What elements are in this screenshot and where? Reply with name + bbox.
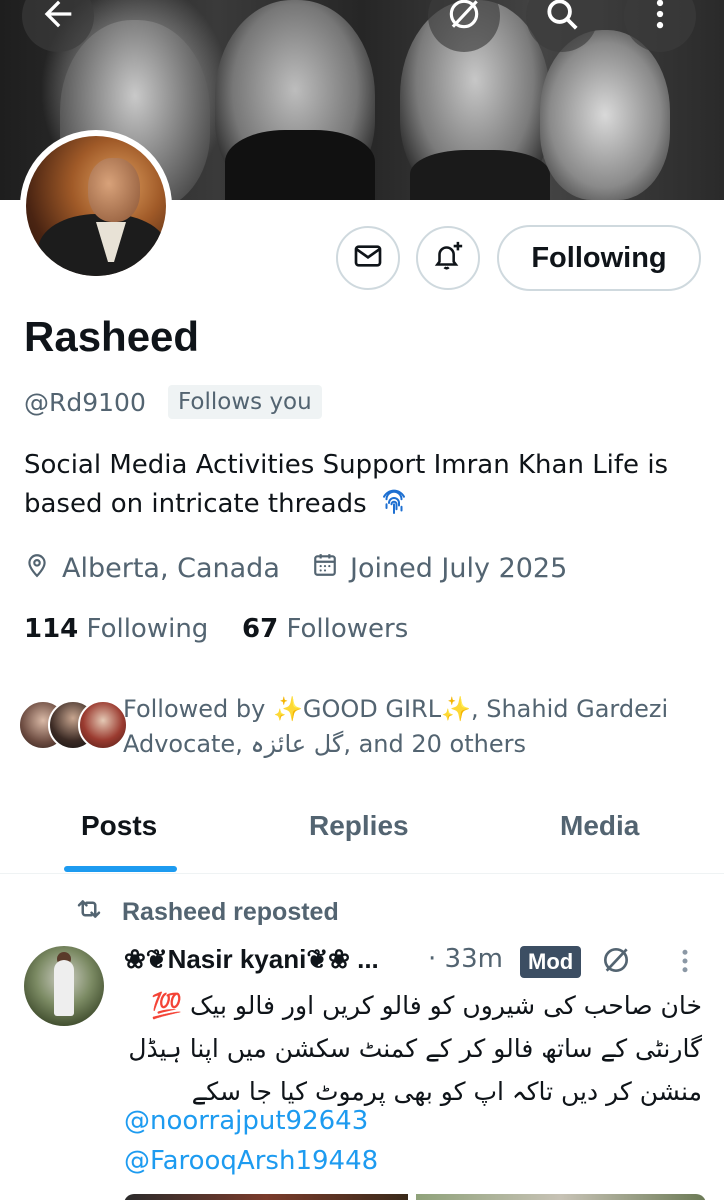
profile-name: Rasheed [24,313,200,360]
followers-count-link[interactable]: 67 Followers [242,614,408,644]
repost-label: Rasheed reposted [122,898,339,926]
message-button[interactable] [336,226,400,290]
joined-text: Joined July 2025 [350,553,568,584]
bio-text: Social Media Activities Support Imran Kh… [24,450,669,519]
location-icon [24,552,62,585]
followers-count: 67 [242,614,279,644]
tab-replies[interactable]: Replies [309,810,409,842]
grok-icon [445,0,483,37]
repost-indicator[interactable]: Rasheed reposted [74,894,339,931]
mod-badge: Mod [520,946,582,978]
notifications-button[interactable] [416,226,480,290]
tab-media[interactable]: Media [560,810,639,842]
post-mention[interactable]: @noorrajput92643 [124,1106,368,1136]
more-vertical-icon [674,949,696,980]
location-text: Alberta, Canada [62,553,280,584]
post-author-avatar[interactable] [24,946,104,1026]
post-grok-button[interactable] [600,944,632,980]
more-vertical-icon [641,0,679,37]
following-count-link[interactable]: 114 Following [24,614,208,644]
bell-plus-icon [431,239,465,277]
post-media-image[interactable] [124,1194,408,1200]
fingerprint-icon [379,488,409,518]
profile-bio: Social Media Activities Support Imran Kh… [24,446,704,524]
followers-label: Followers [286,614,409,644]
profile-handle: @Rd9100 [24,388,146,417]
post-author-name[interactable]: ❀❦Nasir kyani❦❀ ... [124,944,379,975]
post-timestamp[interactable]: · 33m [428,944,503,974]
search-icon [543,0,581,37]
mail-icon [352,240,384,276]
tab-posts[interactable]: Posts [81,810,157,842]
active-tab-indicator [64,866,177,872]
follows-you-badge: Follows you [168,385,322,419]
followed-by-text: Followed by ✨GOOD GIRL✨, Shahid Gardezi … [123,695,669,758]
post-text: خان صاحب کی شیروں کو فالو کریں اور فالو … [128,991,702,1106]
post-media-image[interactable] [416,1194,706,1200]
following-label: Following [86,614,209,644]
profile-joined: Joined July 2025 [312,552,567,585]
profile-location: Alberta, Canada [24,552,280,585]
followed-by[interactable]: Followed by ✨GOOD GIRL✨, Shahid Gardezi … [18,692,708,762]
avatar [78,700,128,750]
repost-icon [74,894,122,931]
post-more-button[interactable] [674,946,696,980]
profile-tabs: Posts Replies Media [0,790,724,874]
back-arrow-icon [38,0,78,38]
following-button[interactable]: Following [497,225,701,291]
post-mention[interactable]: @FarooqArsh19448 [124,1146,378,1176]
following-count: 114 [24,614,79,644]
grok-icon [600,948,632,980]
calendar-icon [312,552,350,585]
profile-avatar[interactable] [20,130,172,282]
